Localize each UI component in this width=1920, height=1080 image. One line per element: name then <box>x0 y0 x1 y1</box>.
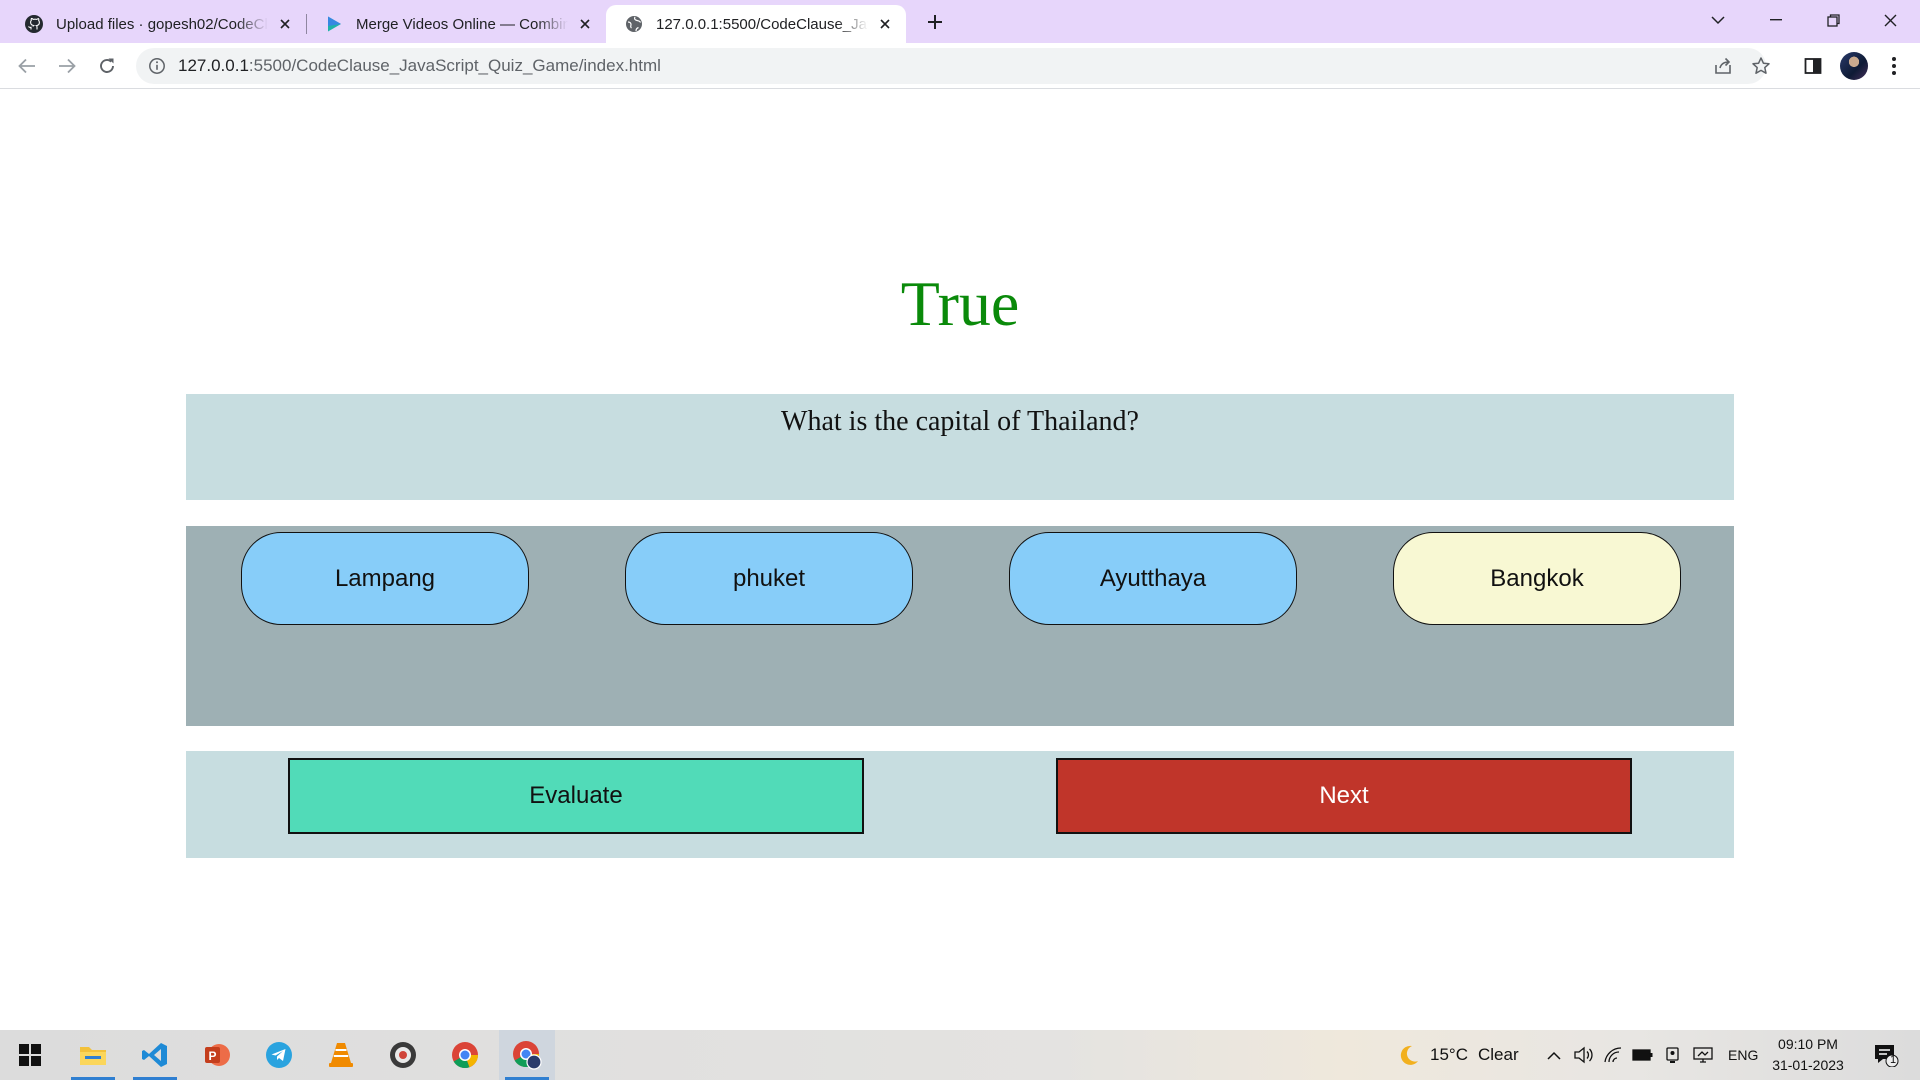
forward-arrow-icon[interactable] <box>51 50 83 82</box>
vscode-icon[interactable] <box>127 1030 183 1080</box>
close-window-button[interactable] <box>1862 0 1918 40</box>
tab-quiz-game-active[interactable]: 127.0.0.1:5500/CodeClause_JavaScript <box>606 5 906 43</box>
option-button[interactable]: Ayutthaya <box>1009 532 1297 625</box>
url-host: 127.0.0.1 <box>178 56 249 75</box>
action-panel: Evaluate Next <box>186 751 1734 858</box>
chrome-icon[interactable] <box>437 1030 493 1080</box>
minimize-button[interactable] <box>1748 0 1804 40</box>
next-button[interactable]: Next <box>1056 758 1632 834</box>
powerpoint-icon[interactable]: P <box>189 1030 245 1080</box>
option-button[interactable]: Lampang <box>241 532 529 625</box>
windows-start-icon[interactable] <box>2 1030 58 1080</box>
play-icon <box>324 14 344 34</box>
question-text: What is the capital of Thailand? <box>781 406 1139 437</box>
media-player-icon[interactable] <box>375 1030 431 1080</box>
url-path: :5500/CodeClause_JavaScript_Quiz_Game/in… <box>248 56 661 75</box>
speaker-icon[interactable] <box>1568 1046 1598 1064</box>
option-button-selected[interactable]: Bangkok <box>1393 532 1681 625</box>
tab-title: Upload files · gopesh02/CodeClause <box>56 15 268 33</box>
language-indicator[interactable]: ENG <box>1728 1047 1758 1063</box>
tab-github-upload[interactable]: Upload files · gopesh02/CodeClause <box>6 5 306 43</box>
github-icon <box>24 14 44 34</box>
browser-toolbar: 127.0.0.1:5500/CodeClause_JavaScript_Qui… <box>0 43 1920 89</box>
url-text[interactable]: 127.0.0.1:5500/CodeClause_JavaScript_Qui… <box>178 56 661 76</box>
globe-icon <box>624 14 644 34</box>
close-tab-icon[interactable] <box>274 13 296 35</box>
battery-icon[interactable] <box>1628 1048 1658 1062</box>
clock-date: 31-01-2023 <box>1772 1057 1844 1073</box>
tab-title: Merge Videos Online — Combine <box>356 15 568 33</box>
close-tab-icon[interactable] <box>874 13 896 35</box>
meet-now-icon[interactable] <box>1658 1046 1688 1064</box>
side-panel-icon[interactable] <box>1797 50 1829 82</box>
notification-count: 1 <box>1890 1054 1897 1066</box>
system-clock[interactable]: 09:10 PM 31-01-2023 <box>1766 1034 1850 1076</box>
weather-desc: Clear <box>1477 1045 1519 1064</box>
chrome-profile-icon[interactable] <box>499 1030 555 1080</box>
file-explorer-icon[interactable] <box>65 1030 121 1080</box>
chevron-up-icon[interactable] <box>1540 1051 1568 1060</box>
restore-button[interactable] <box>1805 0 1861 40</box>
taskbar: P 15°C Clear ENG 09:10 PM 31-01-2023 1 <box>0 1030 1920 1080</box>
option-button[interactable]: phuket <box>625 532 913 625</box>
question-panel: What is the capital of Thailand? <box>186 394 1734 500</box>
tab-title: 127.0.0.1:5500/CodeClause_JavaScript <box>656 15 868 33</box>
tab-search-chevron-icon[interactable] <box>1690 0 1746 40</box>
browser-tab-strip: Upload files · gopesh02/CodeClause Merge… <box>0 0 1920 43</box>
telegram-icon[interactable] <box>251 1030 307 1080</box>
clock-time: 09:10 PM <box>1778 1036 1838 1052</box>
close-tab-icon[interactable] <box>574 13 596 35</box>
bookmark-star-icon[interactable] <box>1750 55 1772 77</box>
share-icon[interactable] <box>1712 55 1734 77</box>
notification-icon[interactable]: 1 <box>1858 1030 1914 1080</box>
svg-text:P: P <box>209 1049 217 1063</box>
address-bar[interactable]: 127.0.0.1:5500/CodeClause_JavaScript_Qui… <box>136 48 1770 84</box>
result-heading: True <box>900 268 1020 339</box>
reload-icon[interactable] <box>91 50 123 82</box>
site-info-icon[interactable] <box>148 57 166 75</box>
weather-widget[interactable]: 15°C Clear <box>1396 1030 1519 1080</box>
tray-icons: ENG <box>1540 1030 1758 1080</box>
back-arrow-icon[interactable] <box>11 50 43 82</box>
profile-avatar[interactable] <box>1840 52 1868 80</box>
new-tab-button[interactable] <box>922 9 948 35</box>
options-panel: Lampang phuket Ayutthaya Bangkok <box>186 526 1734 726</box>
moon-icon <box>1396 1043 1420 1067</box>
menu-kebab-icon[interactable] <box>1878 50 1910 82</box>
tab-merge-videos[interactable]: Merge Videos Online — Combine <box>306 5 606 43</box>
vlc-icon[interactable] <box>313 1030 369 1080</box>
display-icon[interactable] <box>1688 1047 1718 1063</box>
wifi-icon[interactable] <box>1598 1046 1628 1064</box>
weather-temp: 15°C <box>1430 1045 1468 1064</box>
evaluate-button[interactable]: Evaluate <box>288 758 864 834</box>
